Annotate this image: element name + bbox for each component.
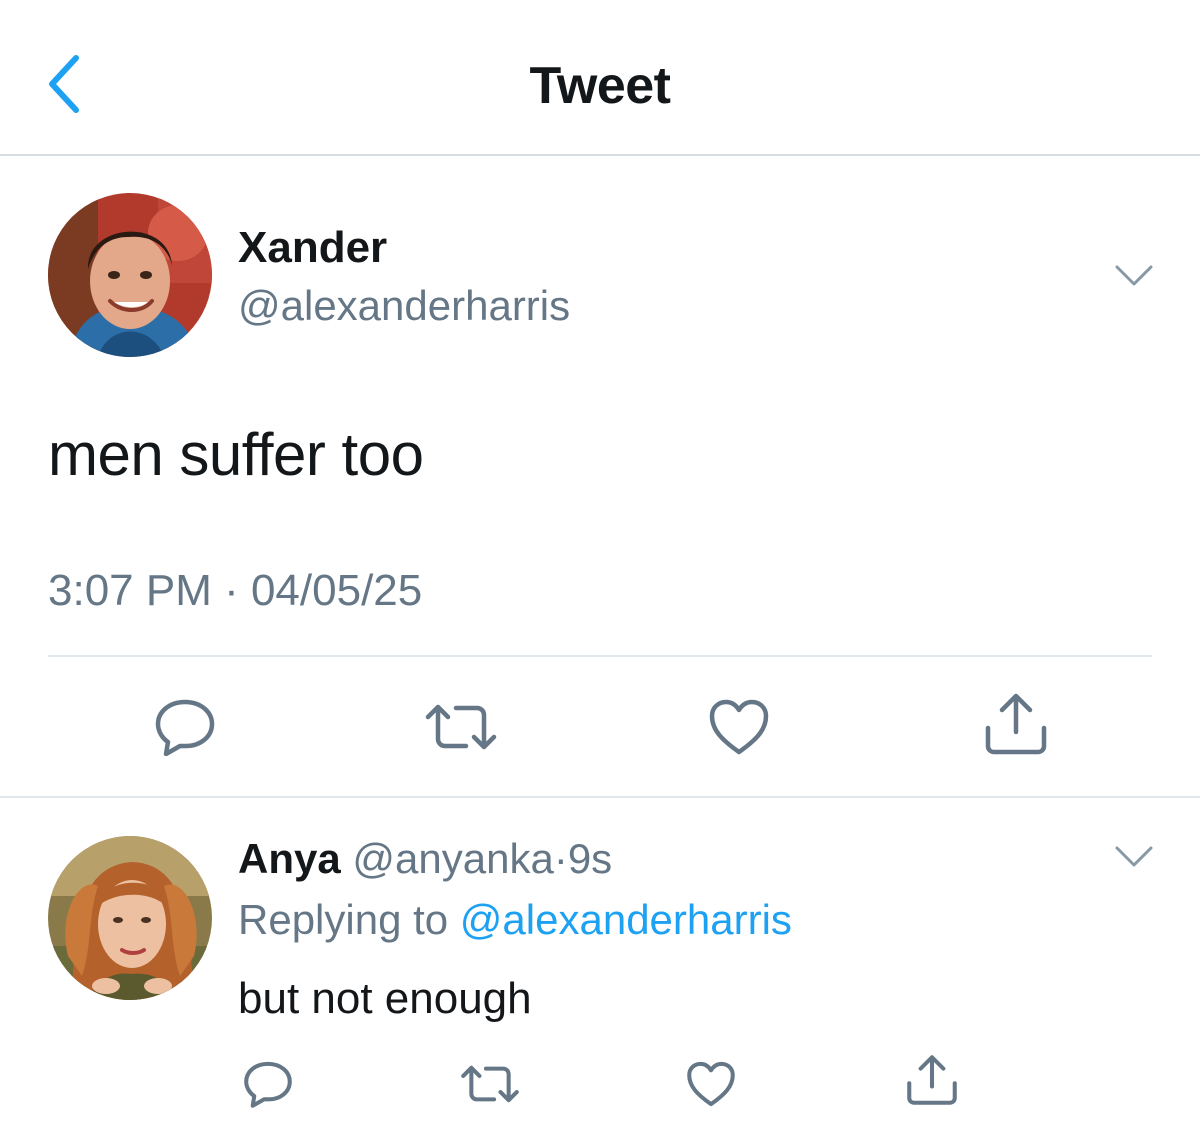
reply-button[interactable] <box>154 698 216 756</box>
like-button[interactable] <box>708 698 770 756</box>
reply-menu-button[interactable] <box>1114 845 1154 869</box>
avatar-photo-xander <box>48 193 212 357</box>
reply-like-button[interactable] <box>686 1060 736 1108</box>
reply-retweet-button[interactable] <box>460 1064 520 1104</box>
reply-share-button[interactable] <box>906 1054 958 1106</box>
reply-author-avatar[interactable] <box>48 836 212 1000</box>
reply-reply-button[interactable] <box>243 1060 293 1108</box>
share-button[interactable] <box>984 692 1048 756</box>
page-title: Tweet <box>529 57 671 115</box>
avatar-photo-anya <box>48 836 212 1000</box>
retweet-icon <box>461 1065 519 1103</box>
like-icon <box>709 699 769 755</box>
author-name[interactable]: Xander <box>238 222 387 274</box>
reply-author-name[interactable]: Anya <box>238 835 341 882</box>
section-divider <box>0 796 1200 798</box>
retweet-icon <box>425 704 497 750</box>
share-icon <box>985 693 1047 755</box>
reply-icon <box>244 1061 292 1108</box>
tweet-text: men suffer too <box>48 421 424 488</box>
reply-header: Anya @anyanka·9s <box>238 832 612 886</box>
tweet-timestamp[interactable]: 3:07 PM · 04/05/25 <box>48 564 422 618</box>
tweet-menu-button[interactable] <box>1114 264 1154 288</box>
reply-icon <box>155 699 215 756</box>
author-avatar[interactable] <box>48 193 212 357</box>
replying-to-link[interactable]: @alexanderharris <box>460 896 792 943</box>
top-nav-bar: Tweet <box>0 0 1200 156</box>
reply-age: 9s <box>567 835 613 882</box>
chevron-down-icon <box>1115 265 1153 286</box>
separator-dot: · <box>553 835 568 882</box>
author-handle[interactable]: @alexanderharris <box>238 280 570 332</box>
chevron-down-icon <box>1115 846 1153 867</box>
retweet-button[interactable] <box>424 703 498 751</box>
replying-to-prefix: Replying to <box>238 896 449 943</box>
reply-author-handle[interactable]: @anyanka <box>352 835 553 882</box>
reply-text: but not enough <box>238 974 532 1023</box>
like-icon <box>687 1061 735 1107</box>
divider <box>48 655 1152 657</box>
replying-to-line: Replying to @alexanderharris <box>238 893 792 947</box>
share-icon <box>907 1055 957 1105</box>
